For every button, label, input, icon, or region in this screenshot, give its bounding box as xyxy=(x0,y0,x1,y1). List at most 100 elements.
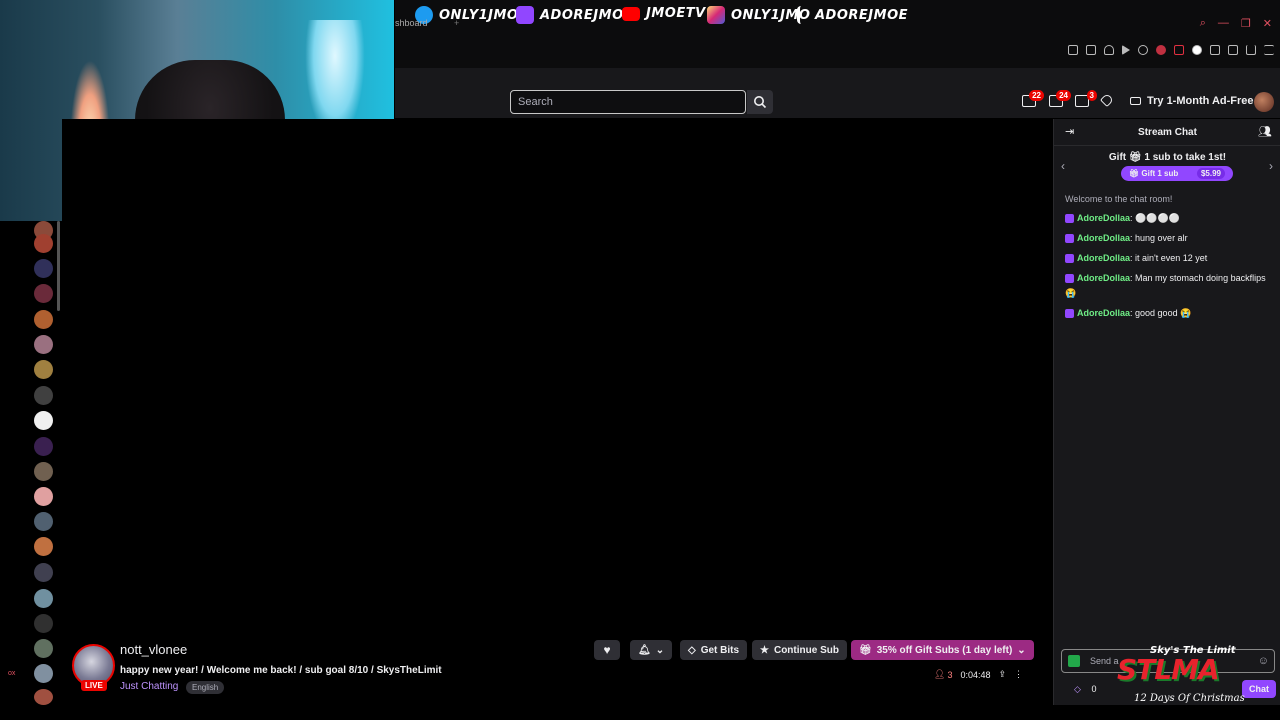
emote-picker-icon[interactable]: ☺ xyxy=(1258,650,1269,672)
social-handle: ADOREJMOE xyxy=(815,7,908,23)
sidebar-edge-label: ox xyxy=(8,670,16,677)
channel-avatar[interactable] xyxy=(34,462,53,481)
video-player[interactable] xyxy=(62,119,1053,633)
profile-icon[interactable] xyxy=(1228,45,1238,55)
more-options-icon[interactable]: ⋮ xyxy=(1014,669,1023,680)
nav-spacer xyxy=(395,68,1280,86)
badge-icon xyxy=(1065,274,1074,284)
channel-avatar[interactable] xyxy=(34,664,53,683)
minimize-icon[interactable]: — xyxy=(1218,17,1229,30)
channel-avatar[interactable] xyxy=(34,411,53,430)
gift-sub-label: Gift 1 sub xyxy=(1141,169,1179,178)
heart-icon[interactable] xyxy=(1138,45,1148,55)
continue-sub-label: Continue Sub xyxy=(773,644,839,656)
channel-points-icon: ◇ xyxy=(1074,684,1081,694)
stlma-overlay-logo: Sky's The Limit STLMA 12 Days Of Christm… xyxy=(1105,645,1255,705)
chat-message: AdoreDollaa: Man my stomach doing backfl… xyxy=(1065,273,1266,298)
bits-cheer-icon[interactable] xyxy=(1068,655,1080,667)
sidebar-scrollbar[interactable] xyxy=(57,221,60,311)
gift-promo-text: 1 sub to take 1st! xyxy=(1144,152,1227,163)
ad-free-button[interactable]: Try 1-Month Ad-Free xyxy=(1130,95,1254,107)
channel-avatar[interactable] xyxy=(34,437,53,456)
channel-avatar[interactable] xyxy=(34,563,53,582)
channel-avatar[interactable] xyxy=(34,259,53,278)
follow-button[interactable]: ♥ xyxy=(594,640,620,660)
stream-overlay-social-bar: ONLY1JMOE ADOREJMOE JMOETV ONLY1JMO ADOR… xyxy=(395,0,1280,34)
continue-sub-button[interactable]: ★ Continue Sub xyxy=(752,640,847,660)
channel-avatar[interactable] xyxy=(34,284,53,303)
chat-username[interactable]: AdoreDollaa xyxy=(1077,253,1130,263)
channel-avatar[interactable] xyxy=(34,589,53,608)
gift-icon: 🎁︎ xyxy=(1128,152,1142,163)
puzzle-icon[interactable] xyxy=(1210,45,1220,55)
channel-avatar[interactable] xyxy=(34,537,53,556)
search-button[interactable] xyxy=(747,90,773,114)
stream-category[interactable]: Just Chatting xyxy=(120,681,178,692)
channel-avatar[interactable] xyxy=(34,360,53,379)
screenshot-icon[interactable] xyxy=(1086,45,1096,55)
channel-avatar[interactable] xyxy=(34,234,53,253)
shield-icon[interactable] xyxy=(1104,45,1114,55)
channel-avatar[interactable] xyxy=(34,614,53,633)
search-icon xyxy=(754,96,767,109)
play-icon[interactable] xyxy=(1122,45,1130,55)
gift-one-sub-button[interactable]: 🎁︎ Gift 1 sub $5.99 xyxy=(1121,166,1233,181)
new-tab-button[interactable]: + xyxy=(454,18,459,28)
download-icon[interactable] xyxy=(1246,45,1256,55)
channel-avatar[interactable] xyxy=(34,487,53,506)
channel-name[interactable]: nott_vlonee xyxy=(120,642,187,657)
user-avatar[interactable] xyxy=(1254,92,1274,112)
twitch-top-nav: Search 22 24 3 Try 1-Month Ad-Free xyxy=(395,86,1280,118)
channel-avatar[interactable] xyxy=(34,689,53,705)
live-badge: LIVE xyxy=(81,680,107,691)
chat-text: it ain't even 12 yet xyxy=(1135,253,1208,263)
chat-username[interactable]: AdoreDollaa xyxy=(1077,273,1130,283)
channel-avatar[interactable] xyxy=(34,639,53,658)
notifications-toggle[interactable]: 🔔︎ ⌄ xyxy=(630,640,672,660)
tiktok-icon xyxy=(797,6,809,24)
channel-avatar[interactable] xyxy=(34,512,53,531)
channel-points[interactable]: ◇ 0 xyxy=(1074,684,1096,695)
chat-text: hung over alr xyxy=(1135,233,1188,243)
close-icon[interactable]: ✕ xyxy=(1263,17,1272,30)
overlay-bottom-text: 12 Days Of Christmas xyxy=(1134,693,1245,704)
social-twitch: ADOREJMOE xyxy=(516,6,633,24)
whispers-icon[interactable]: 24 xyxy=(1049,90,1071,107)
users-icon[interactable]: 👥︎ xyxy=(1258,125,1272,138)
social-instagram: ONLY1JMO xyxy=(707,6,810,24)
gift-subs-button[interactable]: 🎁︎ 35% off Gift Subs (1 day left) ⌄ xyxy=(851,640,1034,660)
chat-welcome-message: Welcome to the chat room! xyxy=(1065,194,1173,204)
chat-username[interactable]: AdoreDollaa xyxy=(1077,233,1130,243)
instagram-icon xyxy=(707,6,725,24)
menu-icon[interactable] xyxy=(1264,45,1274,55)
search-icon[interactable]: ⌕ xyxy=(1200,17,1206,30)
overlay-main-text: STLMA xyxy=(1117,653,1220,686)
extension-s-icon[interactable] xyxy=(1192,45,1202,55)
extension-red-icon[interactable] xyxy=(1156,45,1166,55)
inbox-icon[interactable]: 22 xyxy=(1022,90,1044,107)
notifications-icon[interactable]: 3 xyxy=(1075,90,1097,107)
bits-icon[interactable] xyxy=(1099,92,1115,108)
followed-channels-sidebar xyxy=(28,221,60,705)
stream-stats: 👤︎ 3 0:04:48 ⇪ ⋮ xyxy=(934,669,1023,680)
gift-promo: Gift 🎁︎ 1 sub to take 1st! xyxy=(1054,152,1280,163)
bell-icon: 🔔︎ xyxy=(638,644,651,656)
bookmark-icon[interactable] xyxy=(1068,45,1078,55)
viewer-icon: 👤︎ xyxy=(934,669,946,679)
channel-avatar[interactable] xyxy=(34,310,53,329)
chat-username[interactable]: AdoreDollaa xyxy=(1077,308,1130,318)
share-icon[interactable]: ⇪ xyxy=(998,669,1006,680)
get-bits-button[interactable]: ◇ Get Bits xyxy=(680,640,748,660)
extension-b-icon[interactable] xyxy=(1174,45,1184,55)
language-tag[interactable]: English xyxy=(186,681,225,694)
badge-icon xyxy=(1065,234,1074,244)
channel-avatar[interactable] xyxy=(34,386,53,405)
chevron-down-icon: ⌄ xyxy=(655,644,665,656)
search-input[interactable]: Search xyxy=(510,90,746,114)
extension-icons xyxy=(1068,45,1274,55)
gift-sub-price: $5.99 xyxy=(1196,168,1225,179)
channel-avatar[interactable] xyxy=(34,335,53,354)
chat-username[interactable]: AdoreDollaa xyxy=(1077,213,1130,223)
browser-tab[interactable]: shboard + xyxy=(395,18,459,28)
restore-icon[interactable]: ❐ xyxy=(1241,17,1251,30)
